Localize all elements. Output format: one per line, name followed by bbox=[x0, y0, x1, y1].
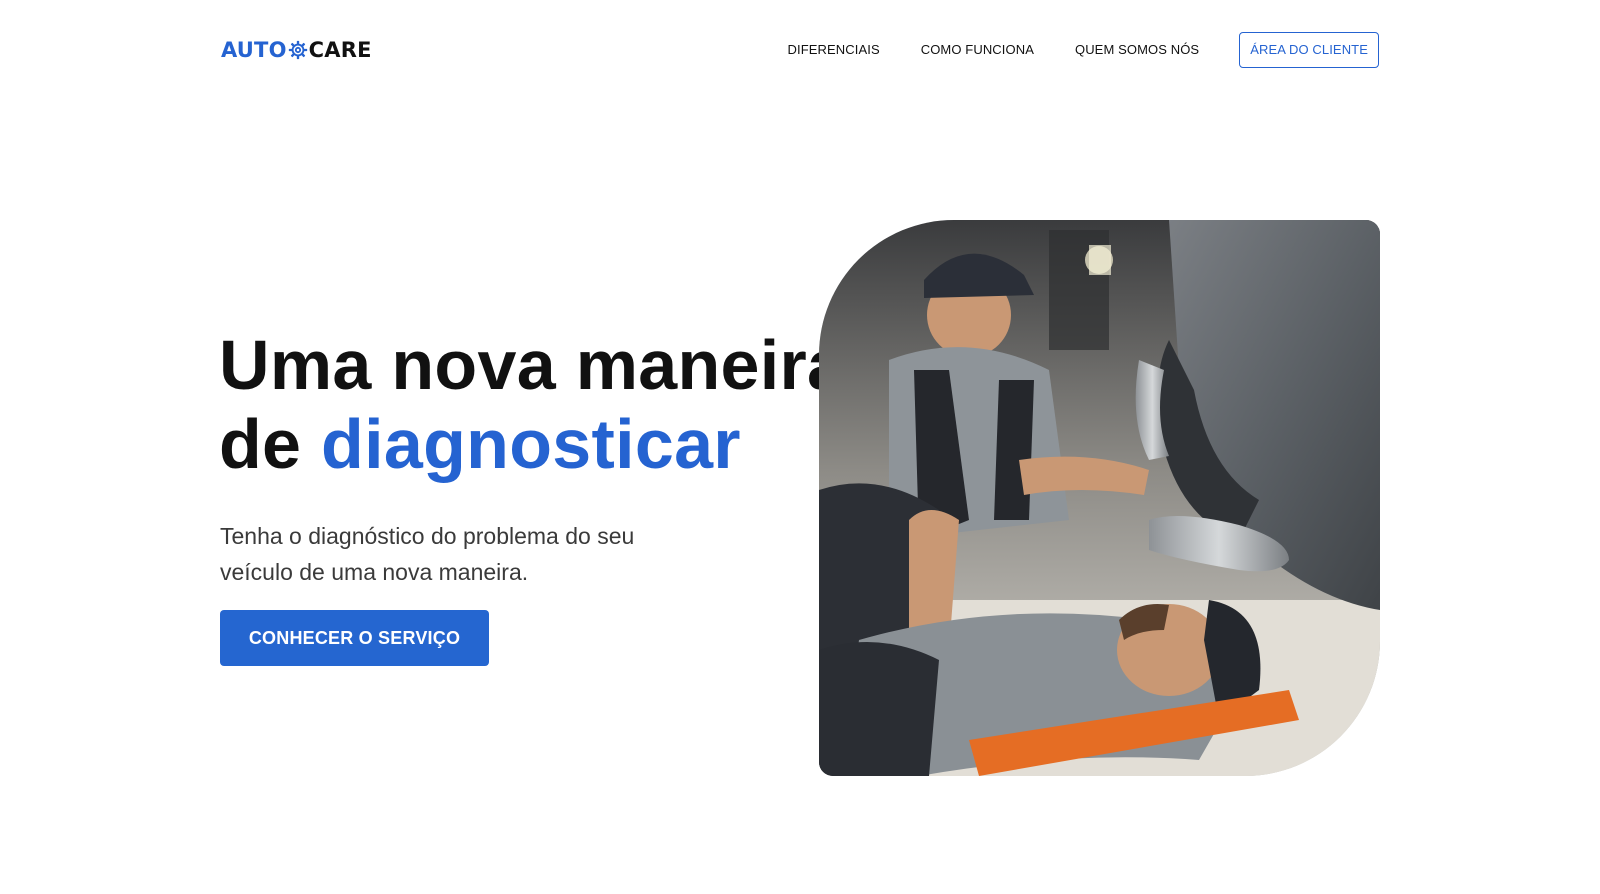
hero-image-mechanics bbox=[819, 220, 1380, 776]
client-area-button[interactable]: ÁREA DO CLIENTE bbox=[1239, 32, 1379, 68]
nav-item-diferenciais[interactable]: DIFERENCIAIS bbox=[788, 32, 880, 68]
hero-title-prefix: de bbox=[219, 405, 322, 483]
logo-auto-text: AUTO bbox=[221, 38, 287, 62]
landing-page: AUTO CARE DIFERENCIAIS COMO FUNCIONA QUE… bbox=[0, 0, 1600, 894]
hero-title: Uma nova maneira de diagnosticar bbox=[219, 326, 846, 484]
hero-subtitle: Tenha o diagnóstico do problema do seu v… bbox=[220, 523, 635, 585]
hero-title-accent: diagnosticar bbox=[321, 405, 741, 483]
hero-title-line1: Uma nova maneira bbox=[219, 326, 847, 404]
brand-logo[interactable]: AUTO CARE bbox=[221, 37, 372, 63]
main-nav: DIFERENCIAIS COMO FUNCIONA QUEM SOMOS NÓ… bbox=[788, 32, 1379, 68]
nav-item-como-funciona[interactable]: COMO FUNCIONA bbox=[921, 32, 1034, 68]
logo-care-text: CARE bbox=[308, 38, 372, 62]
gear-icon bbox=[288, 40, 308, 60]
cta-button[interactable]: CONHECER O SERVIÇO bbox=[220, 610, 489, 666]
nav-item-quem-somos[interactable]: QUEM SOMOS NÓS bbox=[1075, 32, 1199, 68]
